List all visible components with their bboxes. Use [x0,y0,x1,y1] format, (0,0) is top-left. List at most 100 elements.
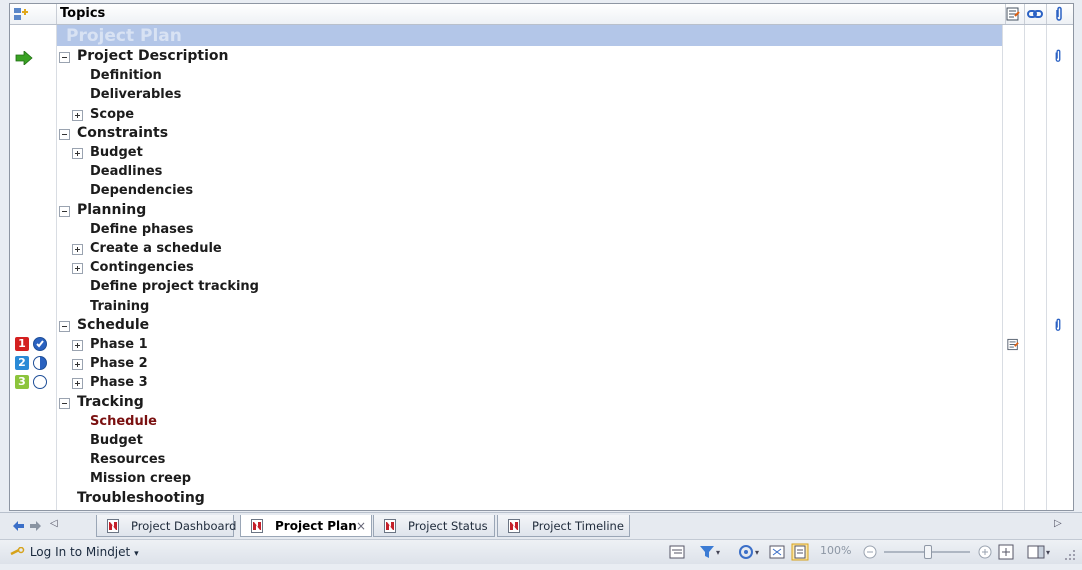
topic-row[interactable]: Phase 3 3 [10,373,1073,392]
expand-icon[interactable] [72,148,83,159]
tab-project-status[interactable]: Project Status [373,515,495,537]
expand-icon[interactable] [72,340,83,351]
priority-3-icon[interactable]: 3 [15,375,29,390]
priority-2-icon[interactable]: 2 [15,356,29,371]
topic-row[interactable]: Define project tracking [10,277,1073,296]
topics-column-header[interactable]: Topics [57,4,1006,24]
zoom-out-icon[interactable] [861,543,879,561]
collapse-icon[interactable] [59,52,70,63]
panel-toggle-icon[interactable]: ▾ [1026,543,1054,561]
topic-row[interactable]: Schedule [10,412,1073,431]
collapse-icon[interactable] [59,397,70,409]
topic-label[interactable]: Troubleshooting [77,489,205,508]
expand-icon[interactable] [72,109,83,121]
topic-row[interactable]: Tracking [10,393,1073,412]
app-window: Topics Project Plan Project Description … [0,0,1082,570]
topic-row[interactable]: Budget [10,431,1073,450]
topic-row[interactable]: Dependencies [10,181,1073,200]
topic-row[interactable]: Schedule [10,316,1073,335]
topic-row[interactable]: Scope [10,105,1073,124]
expand-icon[interactable] [72,244,83,255]
topic-row[interactable]: Resources [10,450,1073,469]
topic-label[interactable]: Phase 1 [90,335,148,354]
filter-icon[interactable]: ▾ [698,543,724,561]
topic-label[interactable]: Deliverables [90,85,181,104]
topic-label[interactable]: Deadlines [90,162,162,181]
expand-icon[interactable] [72,263,83,275]
topic-label[interactable]: Dependencies [90,181,193,200]
topic-label[interactable]: Phase 3 [90,373,148,392]
topic-row[interactable]: Training [10,297,1073,316]
resize-grip-icon[interactable] [1064,549,1076,561]
tab-label: Project Status [408,519,488,533]
notes-column-header[interactable] [1003,4,1025,24]
zoom-slider-thumb[interactable] [924,545,932,559]
topic-row[interactable]: Project Description [10,47,1073,66]
tab-scroll-left-icon[interactable]: ◁ [50,518,58,529]
topic-label[interactable]: Tracking [77,393,144,412]
attachment-icon[interactable] [1054,49,1062,63]
collapse-icon[interactable] [59,205,70,217]
expand-icon[interactable] [72,378,83,390]
nav-back-forward-icon[interactable] [12,520,42,532]
collapse-icon[interactable] [59,320,70,332]
gutter-header[interactable] [10,4,57,24]
topic-label[interactable]: Definition [90,66,162,85]
login-label: Log In to Mindjet [29,545,131,559]
topic-label[interactable]: Schedule [77,316,149,335]
priority-1-icon[interactable]: 1 [15,337,29,351]
tab-project-timeline[interactable]: Project Timeline [497,515,630,537]
topic-label[interactable]: Contingencies [90,258,194,277]
map-view-icon[interactable] [768,543,786,561]
task-complete-icon[interactable] [33,337,47,351]
outline-view-icon[interactable] [668,543,686,561]
tab-project-plan[interactable]: Project Plan × [240,515,372,537]
focus-topic-icon[interactable]: ▾ [738,543,764,561]
topic-label[interactable]: Budget [90,431,143,450]
links-column-header[interactable] [1025,4,1047,24]
topic-label[interactable]: Training [90,297,149,316]
topic-row[interactable]: Phase 1 1 [10,335,1073,354]
topic-label[interactable]: Planning [77,201,146,220]
zoom-in-icon[interactable] [976,543,994,561]
topic-row[interactable]: Constraints [10,124,1073,143]
topic-row[interactable]: Phase 2 2 [10,354,1073,373]
tab-label: Project Timeline [532,519,624,533]
topic-row[interactable]: Definition [10,66,1073,85]
tab-scroll-right-icon[interactable]: ▷ [1054,518,1062,529]
collapse-icon[interactable] [59,128,70,140]
tab-project-dashboard[interactable]: Project Dashboard [96,515,236,537]
task-not-started-icon[interactable] [33,375,47,390]
topic-row[interactable]: Deliverables [10,85,1073,104]
outline-toggle-icon[interactable] [791,543,809,561]
topic-row[interactable]: Troubleshooting [10,489,1073,508]
login-button[interactable]: Log In to Mindjet ▾ [10,544,139,560]
attachments-column-header[interactable] [1047,4,1073,24]
fit-map-icon[interactable] [997,543,1015,561]
topic-label[interactable]: Budget [90,143,143,162]
topic-row[interactable]: Deadlines [10,162,1073,181]
map-title-row[interactable]: Project Plan [57,25,1002,46]
topic-label[interactable]: Scope [90,105,134,124]
topic-label[interactable]: Define project tracking [90,277,259,296]
topic-label[interactable]: Phase 2 [90,354,148,373]
topic-row[interactable]: Planning [10,201,1073,220]
topic-label[interactable]: Schedule [90,412,157,431]
topic-label[interactable]: Constraints [77,124,168,143]
add-topic-icon[interactable] [13,6,29,22]
topic-label[interactable]: Create a schedule [90,239,222,258]
expand-icon[interactable] [72,359,83,371]
topic-row[interactable]: Create a schedule [10,239,1073,258]
topic-row[interactable]: Budget [10,143,1073,162]
topic-label[interactable]: Define phases [90,220,193,239]
attachment-icon[interactable] [1054,318,1062,332]
topic-row[interactable]: Mission creep [10,469,1073,488]
topic-row[interactable]: Contingencies [10,258,1073,277]
close-tab-icon[interactable]: × [356,515,366,537]
topic-label[interactable]: Mission creep [90,469,191,488]
task-half-icon[interactable] [33,356,47,371]
topic-row[interactable]: Define phases [10,220,1073,239]
topic-label[interactable]: Project Description [77,47,229,66]
topic-label[interactable]: Resources [90,450,165,469]
topic-note-icon[interactable] [1007,338,1019,351]
